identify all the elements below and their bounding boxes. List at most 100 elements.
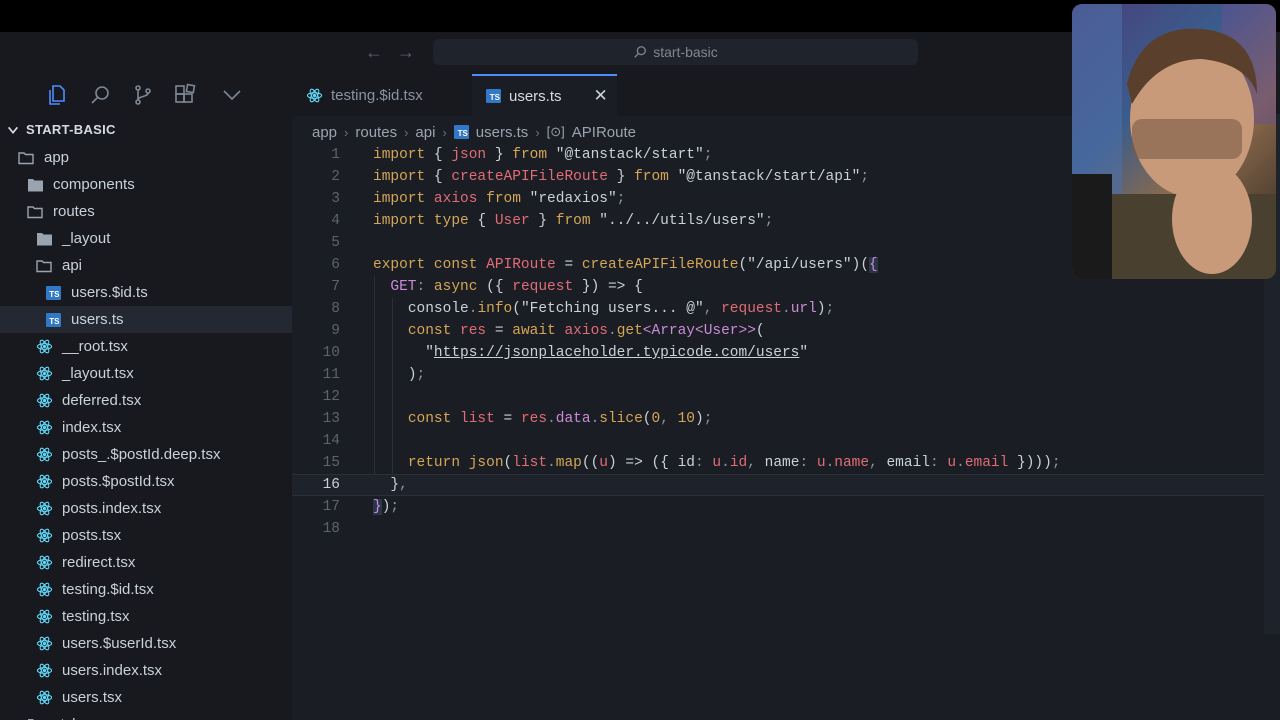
tree-item-posts-index-tsx[interactable]: posts.index.tsx <box>0 495 292 522</box>
folder-icon <box>35 230 53 248</box>
code-line: 13 const list = res.data.slice(0, 10); <box>292 408 1280 430</box>
tree-item-posts-tsx[interactable]: posts.tsx <box>0 522 292 549</box>
command-center-search[interactable]: start-basic <box>433 39 918 65</box>
breadcrumb-item[interactable]: routes <box>355 124 397 141</box>
arrow-right-icon[interactable]: → <box>397 42 415 63</box>
line-number: 11 <box>322 367 340 383</box>
command-center-text: start-basic <box>653 44 718 60</box>
tab-label: users.ts <box>509 87 562 105</box>
code-text: GET: async ({ request }) => { <box>390 279 643 295</box>
ts-icon: TS <box>44 311 62 329</box>
breadcrumb-item[interactable]: users.ts <box>476 124 529 141</box>
line-number: 14 <box>322 433 340 449</box>
tree-item-routes[interactable]: routes <box>0 198 292 225</box>
line-number: 18 <box>322 521 340 537</box>
source-control-icon[interactable] <box>131 83 155 107</box>
tree-item-label: users.$userId.tsx <box>62 635 177 652</box>
files-icon[interactable] <box>45 83 69 107</box>
line-number: 16 <box>322 477 340 493</box>
tree-item-label: styles <box>53 716 91 720</box>
tree-item-users-id-ts[interactable]: TS users.$id.ts <box>0 279 292 306</box>
tree-item-label: posts.index.tsx <box>62 500 162 517</box>
webcam-overlay <box>1072 4 1276 279</box>
explorer-section-header[interactable]: START-BASIC <box>6 122 116 137</box>
react-icon <box>35 392 53 410</box>
line-number: 4 <box>331 213 340 229</box>
line-number: 17 <box>322 499 340 515</box>
tree-item-deferred-tsx[interactable]: deferred.tsx <box>0 387 292 414</box>
tree-item-app[interactable]: app <box>0 144 292 171</box>
react-icon <box>35 419 53 437</box>
tree-item-layout-tsx[interactable]: _layout.tsx <box>0 360 292 387</box>
tree-item-styles[interactable]: styles <box>0 711 292 720</box>
chevron-right-icon: › <box>344 124 349 140</box>
activity-bar <box>0 74 292 116</box>
line-number: 15 <box>322 455 340 471</box>
tree-item-components[interactable]: components <box>0 171 292 198</box>
arrow-left-icon[interactable]: ← <box>365 42 383 63</box>
tree-item-label: posts.tsx <box>62 527 122 544</box>
code-text: const list = res.data.slice(0, 10); <box>407 411 713 427</box>
tree-item-users-ts[interactable]: TS users.ts <box>0 306 292 333</box>
line-number: 3 <box>331 191 340 207</box>
tree-item-label: redirect.tsx <box>62 554 136 571</box>
code-line: 15 return json(list.map((u) => ({ id: u.… <box>292 452 1280 474</box>
line-number: 6 <box>331 257 340 273</box>
folder-icon <box>26 176 44 194</box>
tree-item-label: users.$id.ts <box>71 284 148 301</box>
folder-open-icon <box>26 203 44 221</box>
line-number: 12 <box>322 389 340 405</box>
tab-label: testing.$id.tsx <box>331 86 423 104</box>
code-text: import type { User } from "../../utils/u… <box>373 213 774 229</box>
extensions-icon[interactable] <box>173 83 197 107</box>
code-line: 17 }); <box>292 496 1280 518</box>
breadcrumb-item[interactable]: api <box>415 124 435 141</box>
tree-item-label: components <box>53 176 135 193</box>
tree-item-label: routes <box>53 203 95 220</box>
tree-item-users-userid-tsx[interactable]: users.$userId.tsx <box>0 630 292 657</box>
close-icon[interactable]: ✕ <box>594 86 608 106</box>
code-text: return json(list.map((u) => ({ id: u.id,… <box>407 455 1061 471</box>
breadcrumb-item[interactable]: app <box>312 124 337 141</box>
code-text: const res = await axios.get<Array<User>>… <box>407 323 765 339</box>
tree-item-label: index.tsx <box>62 419 122 436</box>
breadcrumb-item[interactable]: APIRoute <box>572 124 636 141</box>
folder-open-icon <box>35 257 53 275</box>
tree-item-label: posts.$postId.tsx <box>62 473 175 490</box>
code-line: 18 <box>292 518 1280 540</box>
tab-testing-id-tsx[interactable]: testing.$id.tsx <box>306 74 466 116</box>
react-icon <box>35 689 53 707</box>
tree-item-redirect-tsx[interactable]: redirect.tsx <box>0 549 292 576</box>
code-line-current: 16 }, <box>292 474 1280 496</box>
tree-item-api[interactable]: api <box>0 252 292 279</box>
tree-item-index-tsx[interactable]: index.tsx <box>0 414 292 441</box>
tree-item-label: testing.tsx <box>62 608 130 625</box>
folder-icon <box>26 716 44 720</box>
tree-item-posts-deep-tsx[interactable]: posts_.$postId.deep.tsx <box>0 441 292 468</box>
tree-item-posts-postid-tsx[interactable]: posts.$postId.tsx <box>0 468 292 495</box>
breadcrumb: app › routes › api › TS users.ts › [⊙] A… <box>312 122 636 142</box>
chevron-right-icon: › <box>442 124 447 140</box>
code-line: 11 ); <box>292 364 1280 386</box>
tree-item-layout-folder[interactable]: _layout <box>0 225 292 252</box>
tree-item-label: deferred.tsx <box>62 392 142 409</box>
sidebar: START-BASIC app components routes _layou… <box>0 74 292 720</box>
tree-item-testing-tsx[interactable]: testing.tsx <box>0 603 292 630</box>
tree-item-root-tsx[interactable]: __root.tsx <box>0 333 292 360</box>
tree-item-users-tsx[interactable]: users.tsx <box>0 684 292 711</box>
search-icon[interactable] <box>89 83 113 107</box>
react-icon <box>306 88 323 102</box>
code-line: 10 "https://jsonplaceholder.typicode.com… <box>292 342 1280 364</box>
tab-users-ts[interactable]: TS users.ts ✕ <box>472 74 617 116</box>
react-icon <box>35 581 53 599</box>
chevron-down-icon[interactable] <box>220 83 244 107</box>
react-icon <box>35 608 53 626</box>
presenter-video-icon <box>1072 4 1276 279</box>
code-line: 8 console.info("Fetching users... @", re… <box>292 298 1280 320</box>
code-text: import { createAPIFileRoute } from "@tan… <box>373 169 870 185</box>
line-number: 8 <box>331 301 340 317</box>
tree-item-testing-id-tsx[interactable]: testing.$id.tsx <box>0 576 292 603</box>
tree-item-label: testing.$id.tsx <box>62 581 154 598</box>
tree-item-users-index-tsx[interactable]: users.index.tsx <box>0 657 292 684</box>
explorer-title: START-BASIC <box>26 122 116 137</box>
